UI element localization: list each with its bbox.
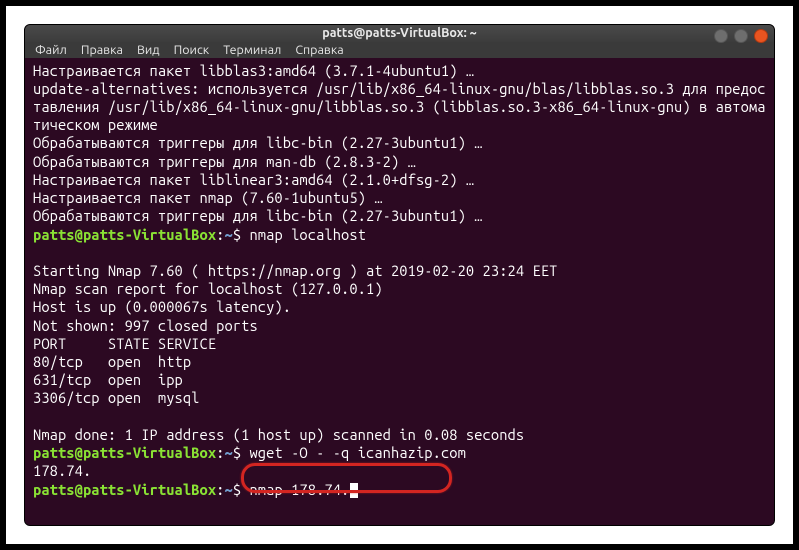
window-controls — [714, 29, 768, 43]
prompt-path: ~ — [224, 444, 232, 461]
menu-edit[interactable]: Правка — [81, 43, 123, 57]
menu-search[interactable]: Поиск — [174, 43, 210, 57]
minimize-button[interactable] — [714, 29, 728, 43]
command-nmap-localhost: nmap localhost — [249, 226, 366, 243]
output-line: Обрабатываются триггеры для libc-bin (2.… — [33, 207, 483, 224]
output-line: Not shown: 997 closed ports — [33, 317, 258, 334]
terminal-window: patts@patts-VirtualBox: ~ Файл Правка Ви… — [24, 24, 775, 526]
titlebar: patts@patts-VirtualBox: ~ — [25, 25, 774, 42]
output-line: PORT STATE SERVICE — [33, 335, 216, 352]
menubar: Файл Правка Вид Поиск Терминал Справка — [25, 42, 774, 58]
output-line: Настраивается пакет libblas3:amd64 (3.7.… — [33, 62, 474, 79]
prompt-userhost: patts@patts-VirtualBox — [33, 444, 216, 461]
window-title: patts@patts-VirtualBox: ~ — [33, 26, 766, 40]
output-line: Nmap done: 1 IP address (1 host up) scan… — [33, 426, 524, 443]
output-line: Host is up (0.000067s latency). — [33, 298, 291, 315]
output-line: 80/tcp open http — [33, 353, 191, 370]
output-line: 3306/tcp open mysql — [33, 389, 200, 406]
output-line: update-alternatives: используется /usr/l… — [33, 80, 766, 133]
command-nmap-ip: nmap 178.74. — [249, 481, 349, 498]
terminal-viewport[interactable]: Настраивается пакет libblas3:amd64 (3.7.… — [25, 58, 774, 525]
maximize-button[interactable] — [734, 29, 748, 43]
output-line: 631/tcp open ipp — [33, 371, 183, 388]
output-line: Обрабатываются триггеры для libc-bin (2.… — [33, 134, 483, 151]
menu-view[interactable]: Вид — [137, 43, 160, 57]
close-button[interactable] — [754, 29, 768, 43]
prompt-path: ~ — [224, 226, 232, 243]
output-line: Настраивается пакет liblinear3:amd64 (2.… — [33, 171, 474, 188]
prompt-dollar: $ — [233, 226, 241, 243]
menu-file[interactable]: Файл — [35, 43, 67, 57]
prompt-userhost: patts@patts-VirtualBox — [33, 226, 216, 243]
prompt-userhost: patts@patts-VirtualBox — [33, 481, 216, 498]
output-line: Starting Nmap 7.60 ( https://nmap.org ) … — [33, 262, 557, 279]
output-line: Nmap scan report for localhost (127.0.0.… — [33, 280, 383, 297]
prompt-dollar: $ — [233, 444, 241, 461]
output-line: Обрабатываются триггеры для man-db (2.8.… — [33, 153, 416, 170]
cursor — [350, 483, 358, 498]
menu-help[interactable]: Справка — [295, 43, 343, 57]
output-line: Настраивается пакет nmap (7.60-1ubuntu5)… — [33, 189, 383, 206]
prompt-path: ~ — [224, 481, 232, 498]
command-wget: wget -O - -q icanhazip.com — [249, 444, 465, 461]
menu-terminal[interactable]: Терминал — [223, 43, 281, 57]
prompt-dollar: $ — [233, 481, 241, 498]
output-line: 178.74. — [33, 462, 91, 479]
